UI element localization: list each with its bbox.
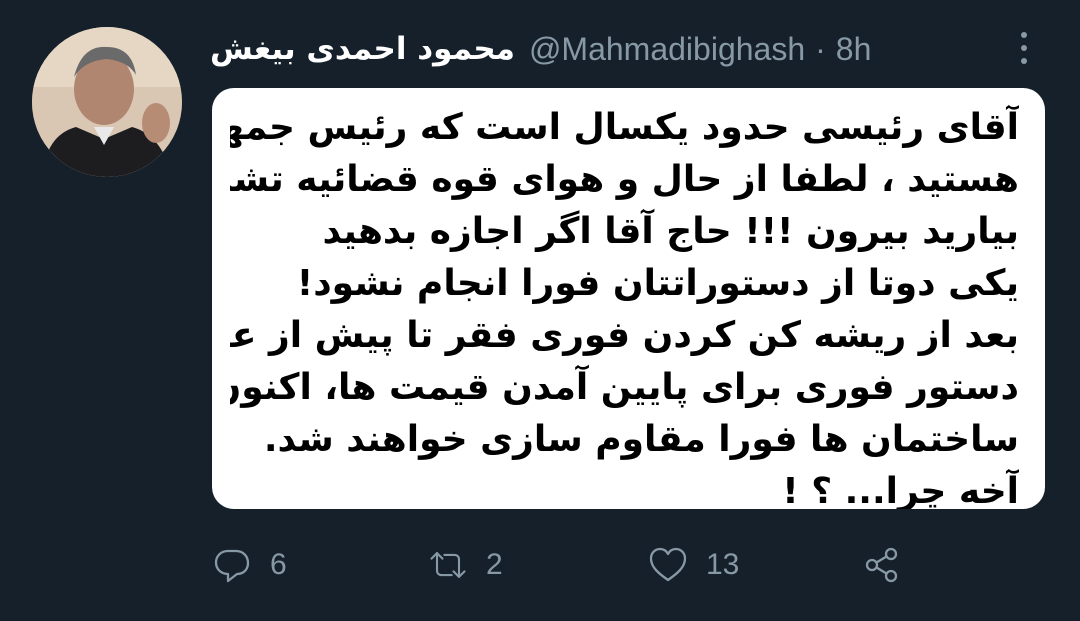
retweet-count: 2 (486, 548, 503, 581)
media-text-block: آقای رئیسی حدود یکسال است که رئیس جمهور … (212, 102, 1045, 509)
media-text-line: هستید ، لطفا از حال و هوای قوه قضائیه تش… (230, 159, 1019, 200)
avatar[interactable] (32, 27, 182, 177)
share-button[interactable] (860, 540, 904, 590)
media-text-line: بیارید بیرون !!! حاج آقا اگر اجازه بدهید (322, 211, 1019, 252)
media-text-line: ساختمان ها فورا مقاوم سازی خواهند شد. (263, 419, 1019, 460)
tweet-time[interactable]: 8h (836, 31, 872, 68)
more-vertical-icon[interactable] (1014, 30, 1034, 66)
media-text-line: آقای رئیسی حدود یکسال است که رئیس جمهور (230, 107, 1019, 148)
tweet: محمود احمدی بیغش @Mahmadibighash · 8h آق… (0, 0, 1080, 621)
tweet-actions: 6 2 13 (210, 540, 1050, 590)
author-meta: @Mahmadibighash · 8h (529, 31, 871, 68)
avatar-photo (32, 27, 182, 177)
share-icon (865, 547, 898, 583)
media-text-line: دستور فوری برای پایین آمدن قیمت ها، اکنو… (230, 367, 1019, 408)
author-handle[interactable]: @Mahmadibighash (529, 31, 805, 68)
media-text-line: بعد از ریشه کن کردن فوری فقر تا پیش از ع… (230, 315, 1019, 356)
meta-separator: · (815, 30, 826, 67)
media-text-line: آخه چرا... ؟ ! (782, 471, 1019, 509)
like-count: 13 (706, 548, 740, 581)
author-display-name[interactable]: محمود احمدی بیغش (210, 31, 515, 67)
media-text-line: یکی دوتا از دستوراتتان فورا انجام نشود! (296, 263, 1019, 304)
retweet-button[interactable]: 2 (426, 540, 503, 590)
reply-button[interactable]: 6 (210, 540, 287, 590)
reply-icon (214, 549, 250, 583)
tweet-header: محمود احمدی بیغش @Mahmadibighash · 8h (210, 24, 871, 74)
tweet-media-image[interactable]: آقای رئیسی حدود یکسال است که رئیس جمهور … (212, 88, 1045, 509)
retweet-icon (430, 552, 466, 578)
reply-count: 6 (270, 548, 287, 581)
like-button[interactable]: 13 (646, 540, 739, 590)
heart-icon (649, 547, 687, 582)
